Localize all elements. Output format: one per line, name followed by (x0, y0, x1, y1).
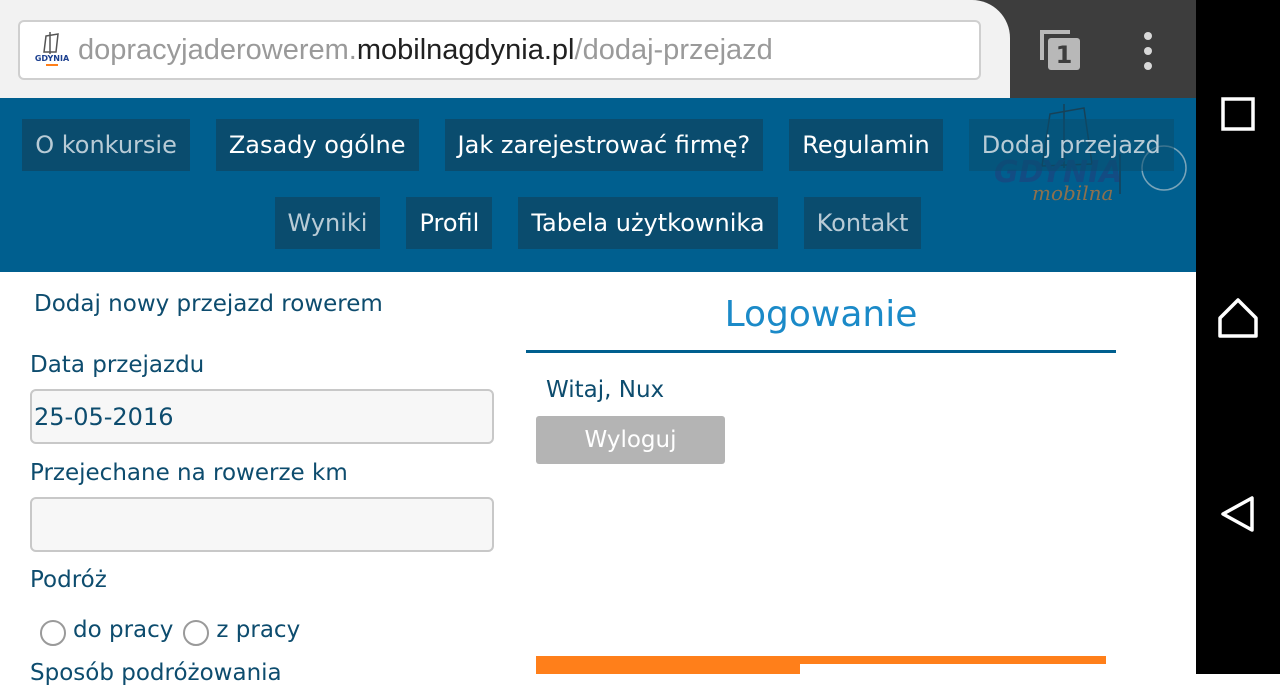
login-greeting: Witaj, Nux (546, 377, 665, 403)
android-navigation-bar (1196, 0, 1280, 674)
travel-mode-label: Sposób podróżowania (30, 660, 282, 686)
browser-toolbar-tab: GDYNIA dopracyjaderowerem.mobilnagdynia.… (0, 0, 1010, 98)
nav-o-konkursie[interactable]: O konkursie (22, 119, 190, 171)
nav-profil[interactable]: Profil (406, 197, 493, 249)
date-label: Data przejazdu (30, 352, 205, 378)
nav-tabela-uzytkownika[interactable]: Tabela użytkownika (518, 197, 778, 249)
back-button[interactable] (1212, 488, 1264, 540)
main-nav-row-2: Wyniki Profil Tabela użytkownika Kontakt (0, 197, 1196, 249)
nav-zasady-ogolne[interactable]: Zasady ogólne (215, 119, 419, 171)
url-prefix: dopracyjaderowerem. (78, 33, 357, 66)
url-text: dopracyjaderowerem.mobilnagdynia.pl/doda… (78, 34, 773, 67)
browser-toolbar: GDYNIA dopracyjaderowerem.mobilnagdynia.… (0, 0, 1196, 98)
nav-jak-zarejestrowac-firme[interactable]: Jak zarejestrować firmę? (444, 119, 764, 171)
tab-switcher-icon: 1 (1040, 30, 1080, 70)
km-label: Przejechane na rowerze km (30, 460, 348, 486)
logout-button[interactable]: Wyloguj (536, 416, 725, 464)
main-nav-row-1: O konkursie Zasady ogólne Jak zarejestro… (0, 119, 1196, 171)
radio-z-pracy[interactable] (183, 620, 210, 646)
back-triangle-icon (1221, 496, 1254, 532)
url-host: mobilnagdynia.pl (356, 33, 575, 66)
home-button[interactable] (1212, 292, 1264, 344)
trip-label: Podróż (30, 567, 107, 593)
site-header: GDYNIA mobilna O konkursie Zasady ogólne… (0, 98, 1196, 272)
form-title: Dodaj nowy przejazd rowerem (34, 291, 383, 317)
url-path: /dodaj-przejazd (574, 33, 773, 66)
radio-do-pracy-label[interactable]: do pracy (73, 617, 173, 643)
site-favicon-icon: GDYNIA (32, 30, 72, 70)
home-icon (1218, 298, 1258, 338)
tab-count: 1 (1056, 41, 1073, 69)
nav-dodaj-przejazd[interactable]: Dodaj przejazd (968, 119, 1174, 171)
tab-switcher-button[interactable]: 1 (1038, 30, 1082, 72)
login-title: Logowanie (724, 294, 918, 335)
nav-wyniki[interactable]: Wyniki (274, 197, 381, 249)
login-divider (526, 350, 1116, 353)
radio-do-pracy[interactable] (40, 620, 66, 646)
trip-radio-group: do pracy z pracy (40, 614, 310, 646)
radio-z-pracy-label[interactable]: z pracy (216, 617, 300, 643)
nav-kontakt[interactable]: Kontakt (803, 197, 922, 249)
nav-regulamin[interactable]: Regulamin (789, 119, 943, 171)
more-vert-icon (1144, 32, 1152, 40)
recents-button[interactable] (1212, 88, 1264, 140)
recents-square-icon (1221, 97, 1255, 131)
date-input[interactable]: 25-05-2016 (30, 389, 494, 444)
favicon-text: GDYNIA (35, 54, 70, 63)
km-input[interactable] (30, 497, 494, 552)
address-bar[interactable]: GDYNIA dopracyjaderowerem.mobilnagdynia.… (18, 20, 981, 80)
promo-banner-panel (800, 664, 1106, 674)
overflow-menu-button[interactable] (1136, 32, 1160, 70)
